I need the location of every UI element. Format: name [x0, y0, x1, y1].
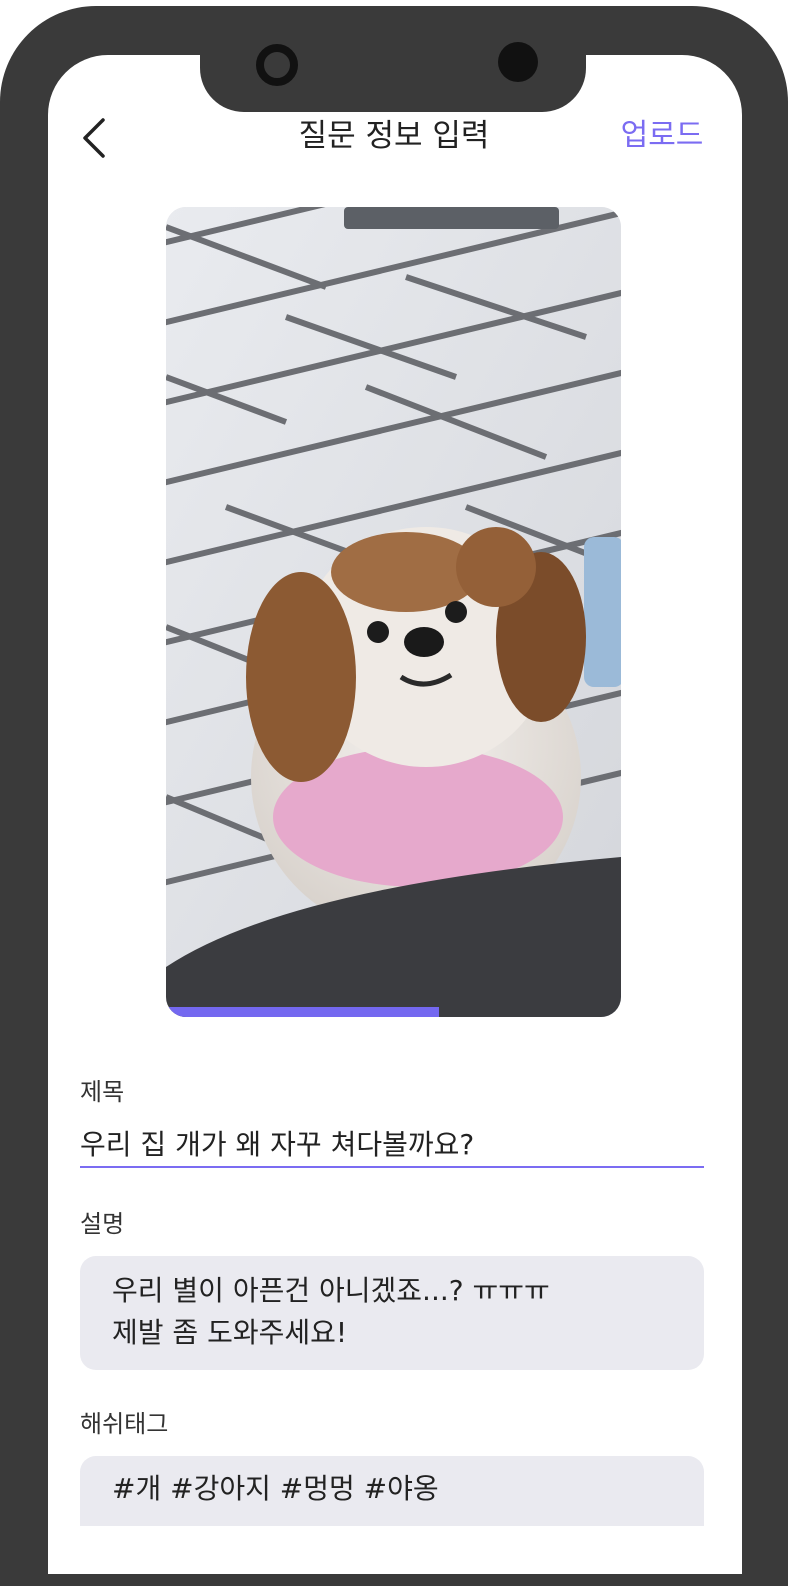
- upload-button[interactable]: 업로드: [612, 112, 712, 160]
- photo-progress-fill: [166, 1007, 439, 1017]
- hashtag-label: 해쉬태그: [80, 1410, 169, 1438]
- photo-progress-bar: [166, 1007, 621, 1017]
- description-label: 설명: [80, 1210, 125, 1238]
- hashtag-input[interactable]: #개 #강아지 #멍멍 #야옹: [80, 1456, 704, 1526]
- title-input[interactable]: [80, 1120, 704, 1168]
- description-line: 우리 별이 아픈건 아니겠죠...? ㅠㅠㅠ: [112, 1274, 550, 1307]
- description-textarea[interactable]: 우리 별이 아픈건 아니겠죠...? ㅠㅠㅠ 제발 좀 도와주세요!: [80, 1256, 704, 1370]
- sensor-icon: [498, 42, 538, 82]
- dog-photo[interactable]: [166, 207, 621, 1017]
- front-camera-icon: [256, 44, 298, 86]
- hashtag-value: #개 #강아지 #멍멍 #야옹: [112, 1472, 439, 1505]
- title-label: 제목: [80, 1078, 125, 1106]
- photo-image: [166, 207, 621, 1017]
- description-line: 제발 좀 도와주세요!: [112, 1316, 348, 1349]
